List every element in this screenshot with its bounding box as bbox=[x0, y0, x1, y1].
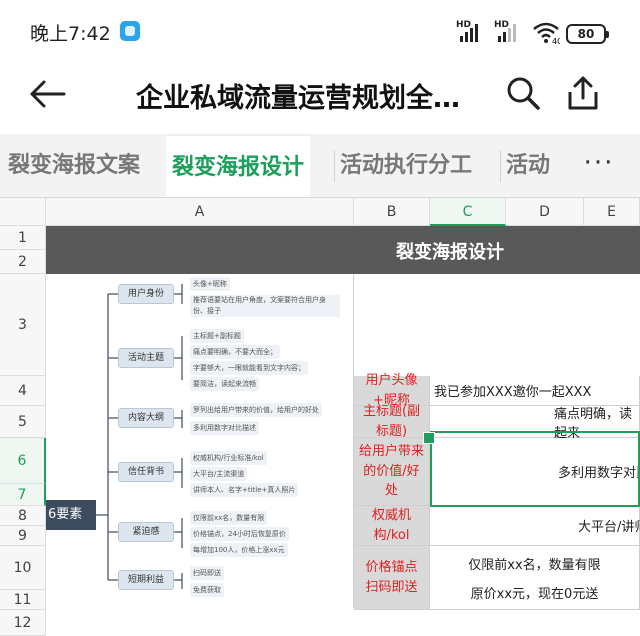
row-header-5[interactable]: 5 bbox=[0, 406, 46, 438]
selection-handle[interactable] bbox=[423, 432, 435, 444]
tab-activity[interactable]: 活动 bbox=[500, 134, 556, 197]
wifi-icon: 4G bbox=[533, 22, 560, 44]
row-header-7[interactable]: 7 bbox=[0, 484, 46, 506]
spreadsheet-grid[interactable]: A B C D E 1 2 3 4 5 6 7 8 9 10 11 12 裂变海… bbox=[0, 198, 640, 636]
mindmap-leaf: 主标题+副标题 bbox=[190, 329, 244, 343]
column-header-d[interactable]: D bbox=[506, 198, 584, 226]
mindmap-node-trust-endorsement: 信任背书 bbox=[118, 462, 174, 482]
price-anchor-line-2: 原价xx元，现在0元送 bbox=[470, 586, 599, 602]
row-header-9[interactable]: 9 bbox=[0, 526, 46, 546]
label-cell-price-anchor[interactable]: 价格锚点 扫码即送 bbox=[354, 546, 430, 610]
mindmap-node-short-term-benefit: 短期利益 bbox=[118, 570, 174, 590]
mindmap-leaf: 每增加100人，价格上涨xx元 bbox=[190, 543, 288, 557]
mindmap-node-urgency: 紧迫感 bbox=[118, 522, 174, 542]
mindmap-leaf: 痛点要明确，不要大而全； bbox=[190, 345, 280, 359]
mindmap-node-activity-theme: 活动主题 bbox=[118, 348, 174, 368]
label-cell-value[interactable]: 给用户带来的价值/好处 bbox=[354, 438, 430, 506]
mindmap-root-node: 6要素 bbox=[46, 500, 96, 530]
status-icons: HD HD 4G 80 bbox=[456, 18, 609, 44]
mindmap-leaf: 推荐语要站在用户角度，文案要符合用户身份、接子 bbox=[190, 295, 340, 317]
mindmap-leaf: 字要够大，一眼就能看到文字内容； bbox=[190, 361, 308, 375]
value-cell-price-anchor[interactable]: 仅限前xx名，数量有限 原价xx元，现在0元送 bbox=[430, 546, 640, 610]
back-arrow-icon[interactable] bbox=[28, 76, 68, 112]
app-notification-icon bbox=[120, 21, 140, 41]
column-header-e[interactable]: E bbox=[584, 198, 640, 226]
select-all-corner[interactable] bbox=[0, 198, 46, 226]
mindmap-leaf: 价格锚点，24小时后恢复原价 bbox=[190, 527, 289, 541]
mindmap-image[interactable]: 6要素 用户身份 头像+昵称 推荐语要站在用户角度，文案要符合用户身份、接子 活… bbox=[46, 274, 354, 608]
value-cell-avatar[interactable]: 我已参加XXX邀你一起XXX bbox=[430, 376, 640, 406]
tab-fission-poster-copy[interactable]: 裂变海报文案 bbox=[2, 134, 146, 197]
battery-icon: 80 bbox=[566, 24, 609, 44]
value-cell-authority[interactable]: 大平台/讲师 bbox=[430, 506, 640, 546]
mindmap-node-content-outline: 内容大纲 bbox=[118, 408, 174, 428]
tab-fission-poster-design[interactable]: 裂变海报设计 bbox=[166, 134, 311, 197]
mindmap-leaf: 仅限前xx名，数量有限 bbox=[190, 511, 268, 525]
status-time: 晚上7:42 bbox=[30, 23, 111, 45]
mindmap-leaf: 扫码即送 bbox=[190, 566, 224, 580]
label-cell-title[interactable]: 主标题(副标题) bbox=[354, 404, 430, 439]
search-icon[interactable] bbox=[505, 75, 541, 111]
mindmap-leaf: 大平台/主流渠道 bbox=[190, 467, 248, 481]
mindmap-connectors bbox=[96, 284, 183, 589]
row-header-8[interactable]: 8 bbox=[0, 506, 46, 526]
cell-selection bbox=[430, 431, 640, 507]
mindmap-leaf: 多利用数字对比描述 bbox=[190, 421, 259, 435]
label-cell-authority[interactable]: 权威机构/kol bbox=[354, 506, 430, 546]
sheet-tabs: 裂变海报文案 裂变海报设计 活动执行分工 活动 ··· bbox=[0, 134, 640, 198]
row-header-1[interactable]: 1 bbox=[0, 226, 46, 250]
mindmap-leaf: 讲师本人、名字+title+真人照片 bbox=[190, 483, 299, 497]
mindmap-leaf: 罗列出给用户带来的价值，给用户的好处 bbox=[190, 403, 322, 417]
row-header-6[interactable]: 6 bbox=[0, 438, 46, 484]
share-icon[interactable] bbox=[565, 74, 601, 112]
document-title: 企业私域流量运营规划全… bbox=[136, 83, 460, 114]
more-tabs-button[interactable]: ··· bbox=[558, 134, 640, 197]
mindmap-leaf: 要简洁，读起来流畅 bbox=[190, 377, 259, 391]
column-header-c[interactable]: C bbox=[430, 198, 506, 226]
network-type-label: 4G bbox=[552, 37, 560, 44]
row-header-3[interactable]: 3 bbox=[0, 274, 46, 376]
row-header-4[interactable]: 4 bbox=[0, 376, 46, 406]
sheet-banner[interactable]: 裂变海报设计 bbox=[46, 226, 640, 274]
signal-sim1-icon: HD bbox=[456, 20, 488, 44]
price-anchor-line-1: 仅限前xx名，数量有限 bbox=[468, 557, 601, 573]
column-header-b[interactable]: B bbox=[354, 198, 430, 226]
mindmap-node-user-identity: 用户身份 bbox=[118, 284, 174, 304]
column-header-a[interactable]: A bbox=[46, 198, 354, 226]
app-toolbar: 企业私域流量运营规划全… bbox=[0, 60, 640, 130]
row-header-11[interactable]: 11 bbox=[0, 590, 46, 610]
status-bar: 晚上7:42 HD HD 4G 80 bbox=[0, 0, 640, 60]
mindmap-leaf: 权威机构/行业标准/kol bbox=[190, 451, 267, 465]
tab-activity-execution[interactable]: 活动执行分工 bbox=[334, 134, 478, 197]
mindmap-leaf: 免费获取 bbox=[190, 583, 224, 597]
banner-title: 裂变海报设计 bbox=[396, 242, 504, 263]
row-header-2[interactable]: 2 bbox=[0, 250, 46, 274]
mindmap-leaf: 头像+昵称 bbox=[190, 277, 230, 291]
row-header-12[interactable]: 12 bbox=[0, 610, 46, 636]
signal-sim2-icon: HD bbox=[494, 20, 526, 44]
battery-level: 80 bbox=[577, 27, 595, 41]
row-header-10[interactable]: 10 bbox=[0, 546, 46, 590]
